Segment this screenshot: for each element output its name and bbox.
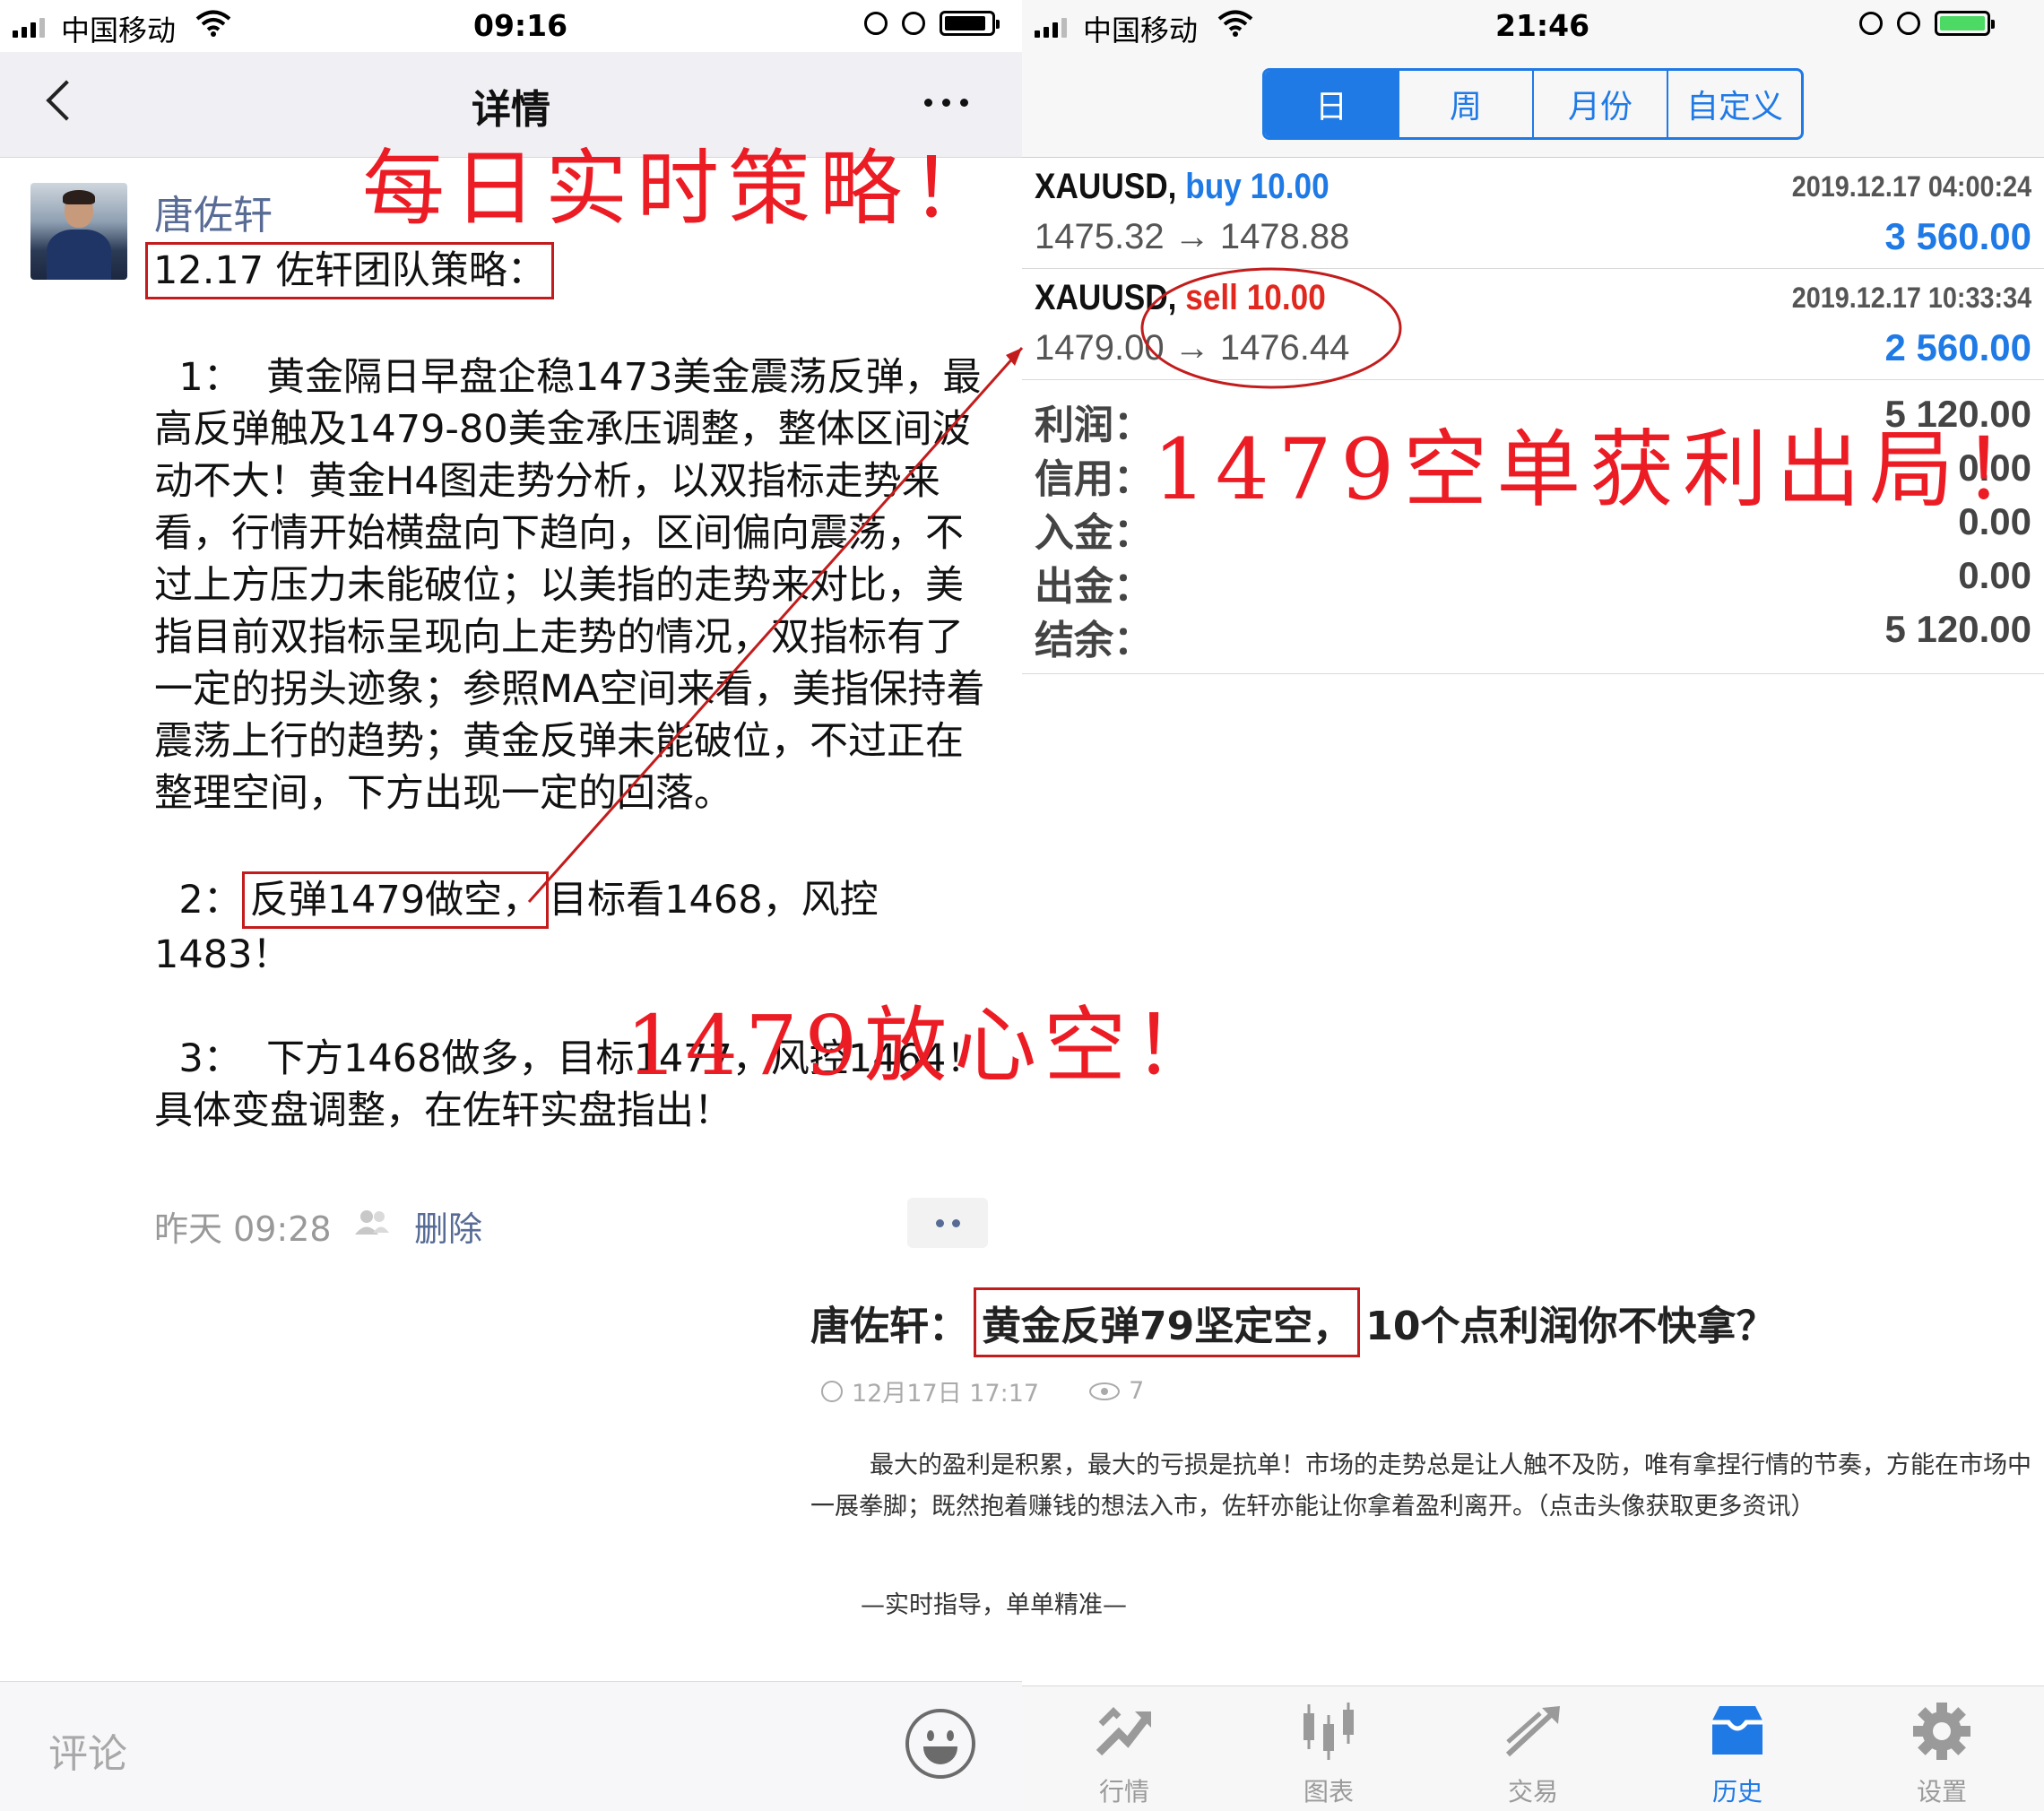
trade-side: buy 10.00 xyxy=(1185,167,1329,206)
quotes-icon xyxy=(1096,1707,1151,1756)
carrier-name: 中国移动 xyxy=(61,13,177,48)
chart-icon xyxy=(1303,1703,1354,1760)
tab-chart[interactable]: 图表 xyxy=(1226,1686,1431,1811)
delete-link[interactable]: 删除 xyxy=(414,1201,482,1251)
avatar[interactable] xyxy=(30,183,127,280)
views-eye-icon xyxy=(1089,1382,1121,1400)
period-tab-day[interactable]: 日 xyxy=(1265,71,1399,137)
trade-profit: 3 560.00 xyxy=(1884,215,2032,257)
battery-icon xyxy=(940,11,1000,36)
wechat-detail-screen: 中国移动 09:16 详情 唐佐轩 12.17 佐轩团队策略： 1： 黄金隔日早… xyxy=(0,0,1022,1811)
article-views: 7 xyxy=(1129,1377,1145,1405)
post-heading: 12.17 佐轩团队策略： xyxy=(145,242,554,299)
bottom-tab-bar: 行情 图表 交易 历史 设置 xyxy=(1022,1685,2044,1811)
trade-icon xyxy=(1505,1706,1560,1757)
emoji-icon[interactable] xyxy=(905,1709,975,1779)
history-icon xyxy=(1712,1706,1763,1755)
clock-time: 09:16 xyxy=(473,8,568,43)
rotation-lock-icon xyxy=(864,12,888,35)
article-meta: 12月17日 17:17 7 xyxy=(821,1373,1144,1408)
summary-label: 入金： xyxy=(1035,510,1153,556)
article-snippet: 唐佐轩： 黄金反弹79坚定空， 10个点利润你不快拿？ 12月17日 17:17 7… xyxy=(810,1273,2044,1619)
more-options-icon[interactable] xyxy=(924,99,968,107)
clock-time: 21:46 xyxy=(1495,8,1590,43)
para2-prefix: 2： xyxy=(154,878,242,923)
trade-symbol: XAUUSD, sell 10.00 xyxy=(1035,278,1326,318)
para2-highlight: 反弹1479做空， xyxy=(241,871,550,929)
signal-icon xyxy=(13,16,45,38)
tab-trade[interactable]: 交易 xyxy=(1431,1686,1635,1811)
settings-icon xyxy=(1913,1703,1970,1760)
tab-label: 历史 xyxy=(1711,1777,1763,1807)
rotation-lock-icon xyxy=(1859,12,1883,35)
article-title-rest: 10个点利润你不快拿？ xyxy=(1365,1304,1776,1349)
tab-history[interactable]: 历史 xyxy=(1635,1686,1840,1811)
tab-quotes[interactable]: 行情 xyxy=(1022,1686,1226,1811)
tab-label: 设置 xyxy=(1916,1777,1967,1807)
post-time: 昨天 09:28 xyxy=(154,1209,332,1249)
battery-charging-icon xyxy=(1935,11,1995,36)
visibility-people-icon xyxy=(355,1210,389,1235)
trade-datetime: 2019.12.17 04:00:24 xyxy=(1791,170,2031,203)
trade-datetime: 2019.12.17 10:33:34 xyxy=(1791,282,2031,314)
trade-row[interactable]: XAUUSD, sell 10.00 2019.12.17 10:33:34 1… xyxy=(1022,269,2044,380)
summary-value: 5 120.00 xyxy=(1884,608,2032,650)
signal-icon xyxy=(1035,16,1067,38)
trade-prices: 1479.00 → 1476.44 xyxy=(1035,328,1350,368)
annotation-profit-exit: 1479空单获利出局！ xyxy=(1153,421,2044,519)
summary-label: 利润： xyxy=(1035,403,1153,448)
trade-side: sell 10.00 xyxy=(1185,278,1326,317)
summary-label: 出金： xyxy=(1035,564,1153,610)
comment-input[interactable]: 评论 xyxy=(48,1721,127,1779)
comment-bar: 评论 xyxy=(0,1681,1022,1811)
summary-value: 0.00 xyxy=(1958,554,2031,596)
article-title-highlight: 黄金反弹79坚定空， xyxy=(974,1287,1361,1357)
article-footer: —实时指导，单单精准— xyxy=(861,1591,1127,1619)
author-name[interactable]: 唐佐轩 xyxy=(154,183,273,240)
symbol: XAUUSD, xyxy=(1035,278,1177,317)
article-date: 12月17日 17:17 xyxy=(852,1380,1040,1408)
trade-row[interactable]: XAUUSD, buy 10.00 2019.12.17 04:00:24 14… xyxy=(1022,158,2044,269)
annotation-daily-strategy: 每日实时策略！ xyxy=(362,141,1003,237)
status-bar: 中国移动 09:16 xyxy=(0,0,1022,52)
article-title[interactable]: 唐佐轩： 黄金反弹79坚定空， 10个点利润你不快拿？ xyxy=(810,1287,1775,1357)
post-meta: 昨天 09:28 删除 xyxy=(154,1198,988,1252)
period-tab-week[interactable]: 周 xyxy=(1399,71,1534,137)
comment-like-button[interactable] xyxy=(907,1198,988,1248)
trade-profit: 2 560.00 xyxy=(1884,326,2032,368)
post-paragraph-2: 2： 反弹1479做空， 目标看1468，风控1483！ xyxy=(154,871,997,981)
summary-label: 结余： xyxy=(1035,618,1153,663)
period-tab-month[interactable]: 月份 xyxy=(1534,71,1668,137)
article-title-prefix: 唐佐轩： xyxy=(810,1304,968,1349)
tab-label: 行情 xyxy=(1098,1777,1149,1807)
tab-settings[interactable]: 设置 xyxy=(1840,1686,2044,1811)
period-tab-custom[interactable]: 自定义 xyxy=(1668,71,1801,137)
period-header: 日 周 月份 自定义 xyxy=(1022,52,2044,158)
article-body: 最大的盈利是积累，最大的亏损是抗单！市场的走势总是让人触不及防，唯有拿捏行情的节… xyxy=(810,1451,2031,1521)
tab-label: 图表 xyxy=(1303,1777,1354,1807)
summary-row-balance: 结余： 5 120.00 xyxy=(1022,606,2044,663)
clock-icon xyxy=(821,1380,843,1402)
alarm-icon xyxy=(902,12,925,35)
annotation-confident-short: 1479放心空！ xyxy=(626,998,1224,1094)
status-bar: 中国移动 21:46 xyxy=(1022,0,2044,52)
symbol: XAUUSD, xyxy=(1035,167,1177,206)
carrier-name: 中国移动 xyxy=(1083,13,1199,48)
period-segmented-control: 日 周 月份 自定义 xyxy=(1262,68,1804,140)
alarm-icon xyxy=(1897,12,1920,35)
trade-symbol: XAUUSD, buy 10.00 xyxy=(1035,167,1329,207)
tab-label: 交易 xyxy=(1507,1777,1558,1807)
trade-prices: 1475.32 → 1478.88 xyxy=(1035,217,1350,256)
post-paragraph-1: 1： 黄金隔日早盘企稳1473美金震荡反弹，最高反弹触及1479-80美金承压调… xyxy=(154,355,985,816)
wifi-icon xyxy=(195,10,231,37)
summary-label: 信用： xyxy=(1035,456,1153,502)
wifi-icon xyxy=(1217,10,1253,37)
summary-row-withdrawal: 出金： 0.00 xyxy=(1022,552,2044,610)
